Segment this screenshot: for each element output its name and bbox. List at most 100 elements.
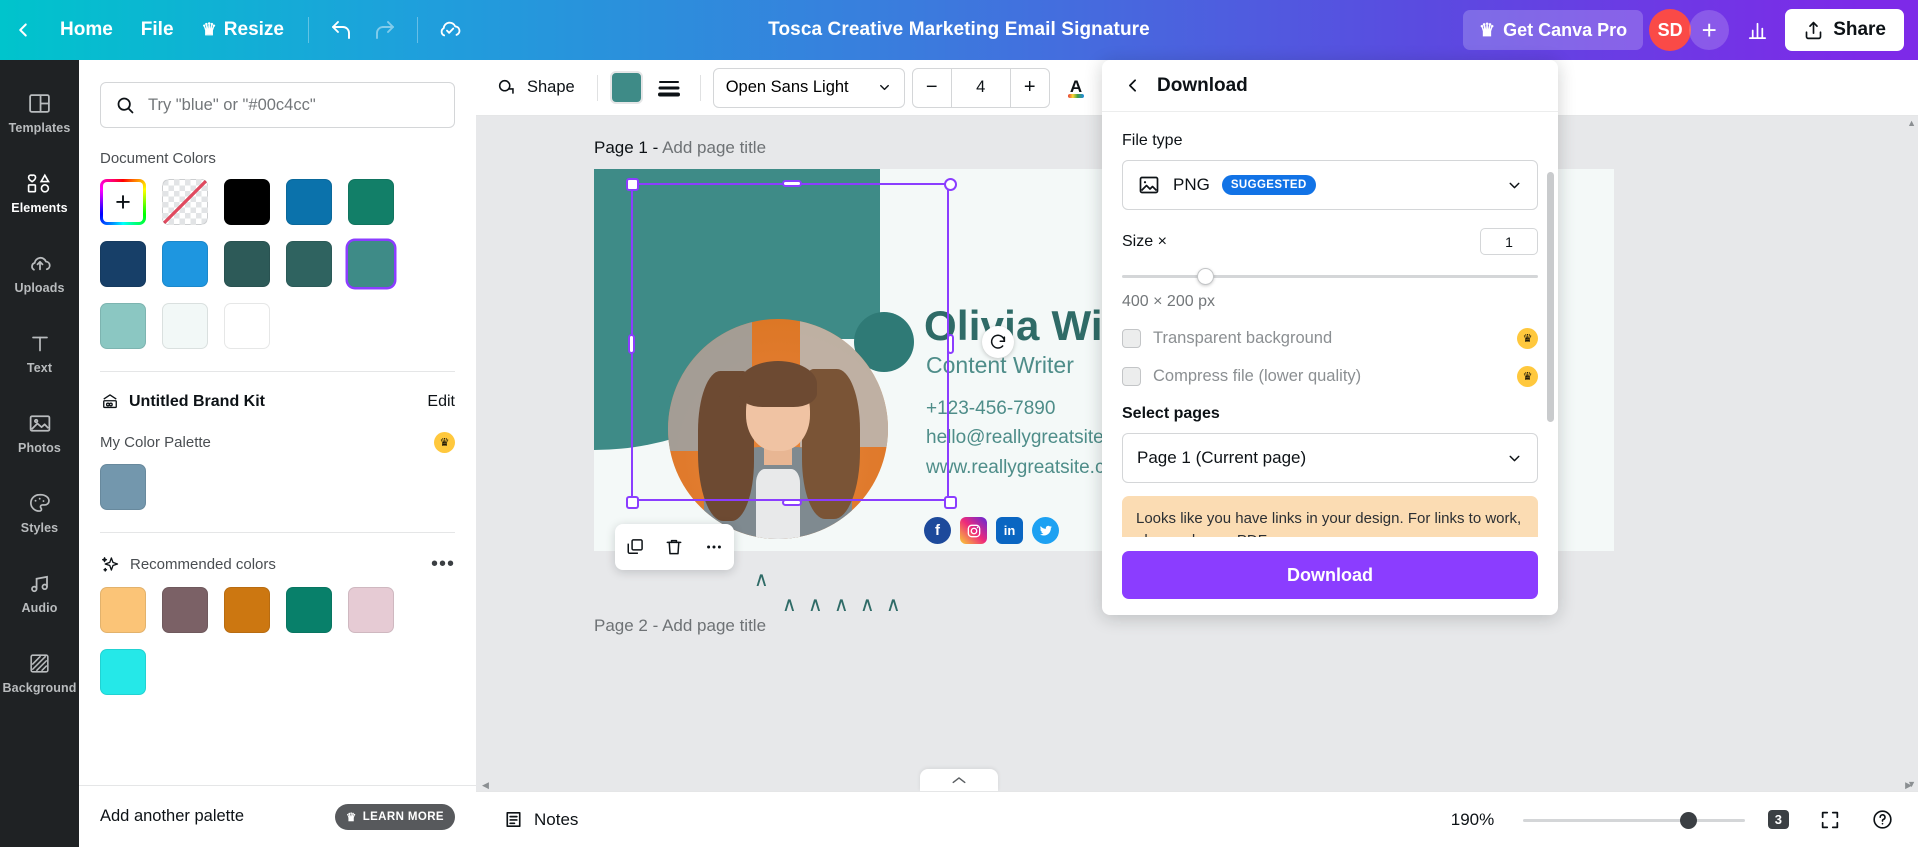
- rotate-icon[interactable]: [982, 326, 1014, 358]
- resize-handle-bottom-right[interactable]: [944, 496, 957, 509]
- file-menu-button[interactable]: File: [127, 10, 188, 50]
- download-panel-header: Download: [1102, 60, 1558, 112]
- sidebar-item-text[interactable]: Text: [0, 314, 79, 392]
- linkedin-icon[interactable]: in: [996, 517, 1023, 544]
- crown-icon: ♛: [1517, 366, 1538, 387]
- sidebar-item-background[interactable]: Background: [0, 634, 79, 712]
- color-swatch-off-white[interactable]: [162, 303, 208, 349]
- search-input[interactable]: [148, 95, 440, 115]
- sidebar-item-elements[interactable]: Elements: [0, 154, 79, 232]
- color-swatch-emerald[interactable]: [286, 587, 332, 633]
- shape-button[interactable]: Shape: [486, 67, 585, 108]
- font-size-increase-button[interactable]: +: [1011, 69, 1049, 107]
- trash-icon[interactable]: [657, 530, 691, 564]
- get-canva-pro-button[interactable]: ♛ Get Canva Pro: [1463, 10, 1644, 50]
- size-slider-knob[interactable]: [1196, 268, 1214, 285]
- color-swatch-light-teal[interactable]: [100, 303, 146, 349]
- home-button[interactable]: Home: [46, 10, 127, 50]
- font-size-decrease-button[interactable]: −: [913, 69, 951, 107]
- share-label: Share: [1833, 19, 1886, 40]
- sidebar-item-templates[interactable]: Templates: [0, 74, 79, 152]
- facebook-icon[interactable]: f: [924, 517, 951, 544]
- line-style-icon[interactable]: [650, 69, 688, 107]
- resize-handle-bottom-left[interactable]: [626, 496, 639, 509]
- uploads-icon: [27, 251, 53, 276]
- zoom-slider[interactable]: [1522, 811, 1745, 829]
- color-swatch-black[interactable]: [224, 179, 270, 225]
- color-swatch-dark-teal[interactable]: [224, 241, 270, 287]
- element-context-toolbar: [615, 524, 734, 570]
- shape-color-swatch[interactable]: [609, 71, 643, 104]
- transparent-background-checkbox[interactable]: [1122, 329, 1141, 348]
- vertical-scrollbar[interactable]: ▲ ▼: [1906, 116, 1918, 791]
- sidebar-item-audio[interactable]: Audio: [0, 554, 79, 632]
- profile-photo[interactable]: [668, 319, 888, 539]
- twitter-icon[interactable]: [1032, 517, 1059, 544]
- duplicate-icon[interactable]: [618, 530, 652, 564]
- sidebar-item-styles[interactable]: Styles: [0, 474, 79, 552]
- redo-icon[interactable]: [363, 10, 407, 50]
- download-button[interactable]: Download: [1122, 551, 1538, 599]
- file-type-select[interactable]: PNG SUGGESTED: [1122, 160, 1538, 210]
- notes-button[interactable]: Notes: [494, 802, 586, 837]
- color-swatch-navy[interactable]: [100, 241, 146, 287]
- canvas-collapse-handle[interactable]: [920, 769, 998, 791]
- page-2-title-placeholder[interactable]: Add page title: [662, 616, 766, 635]
- compress-file-checkbox[interactable]: [1122, 367, 1141, 386]
- size-slider[interactable]: [1122, 265, 1538, 287]
- scroll-down-arrow-icon[interactable]: ▼: [1907, 779, 1916, 789]
- search-box[interactable]: [100, 82, 455, 128]
- no-color-swatch[interactable]: [162, 179, 208, 225]
- resize-handle-top-right[interactable]: [944, 178, 957, 191]
- undo-icon[interactable]: [319, 10, 363, 50]
- insights-icon[interactable]: [1735, 10, 1779, 50]
- color-swatch-slate-blue[interactable]: [100, 464, 146, 510]
- font-family-select[interactable]: Open Sans Light: [712, 67, 905, 108]
- color-swatch-deep-teal[interactable]: [286, 241, 332, 287]
- panel-footer: Add another palette ♛ LEARN MORE: [79, 785, 476, 847]
- page-1-title-placeholder[interactable]: Add page title: [662, 138, 766, 157]
- size-multiplier-input[interactable]: [1480, 228, 1538, 255]
- help-icon[interactable]: [1864, 802, 1900, 838]
- page-manager-button[interactable]: 3: [1761, 805, 1796, 834]
- color-swatch-green-teal[interactable]: [348, 179, 394, 225]
- edit-brand-kit-button[interactable]: Edit: [427, 393, 455, 411]
- page-2-label: Page 2 -: [594, 616, 659, 635]
- color-swatch-cyan[interactable]: [100, 649, 146, 695]
- add-collaborator-button[interactable]: +: [1689, 10, 1730, 50]
- scrollbar-thumb[interactable]: [1547, 172, 1554, 422]
- share-button[interactable]: Share: [1785, 9, 1904, 51]
- horizontal-scrollbar[interactable]: ◀ ▶: [476, 779, 1918, 791]
- zoom-slider-knob[interactable]: [1680, 811, 1698, 829]
- color-swatch-selected-teal[interactable]: [348, 241, 394, 287]
- learn-more-button[interactable]: ♛ LEARN MORE: [334, 803, 455, 830]
- back-chevron-icon[interactable]: [0, 19, 46, 41]
- color-swatch-ochre[interactable]: [224, 587, 270, 633]
- select-pages-select[interactable]: Page 1 (Current page): [1122, 433, 1538, 483]
- color-swatch-blue[interactable]: [286, 179, 332, 225]
- cloud-saved-icon[interactable]: [428, 10, 472, 50]
- back-chevron-icon[interactable]: [1122, 75, 1143, 96]
- download-panel-scrollbar[interactable]: [1547, 172, 1554, 537]
- font-size-input[interactable]: [950, 68, 1011, 107]
- instagram-icon[interactable]: [960, 517, 987, 544]
- color-swatch-blush[interactable]: [348, 587, 394, 633]
- sidebar-item-photos[interactable]: Photos: [0, 394, 79, 472]
- scroll-left-arrow-icon[interactable]: ◀: [482, 780, 489, 791]
- color-swatch-mauve[interactable]: [162, 587, 208, 633]
- color-swatch-sand[interactable]: [100, 587, 146, 633]
- divider: [699, 74, 701, 101]
- color-swatch-bright-blue[interactable]: [162, 241, 208, 287]
- scroll-up-arrow-icon[interactable]: ▲: [1907, 118, 1916, 128]
- color-swatch-white[interactable]: [224, 303, 270, 349]
- add-another-palette-button[interactable]: Add another palette: [100, 807, 244, 826]
- resize-button[interactable]: ♛ Resize: [188, 10, 298, 50]
- more-options-icon[interactable]: [697, 530, 731, 564]
- text-color-icon[interactable]: A: [1057, 69, 1095, 107]
- avatar[interactable]: SD: [1649, 9, 1692, 51]
- page-2-header: Page 2 - Add page title: [594, 616, 766, 636]
- fullscreen-icon[interactable]: [1812, 802, 1848, 838]
- sidebar-item-uploads[interactable]: Uploads: [0, 234, 79, 312]
- add-custom-color-swatch[interactable]: [100, 179, 146, 225]
- more-options-icon[interactable]: •••: [431, 553, 455, 576]
